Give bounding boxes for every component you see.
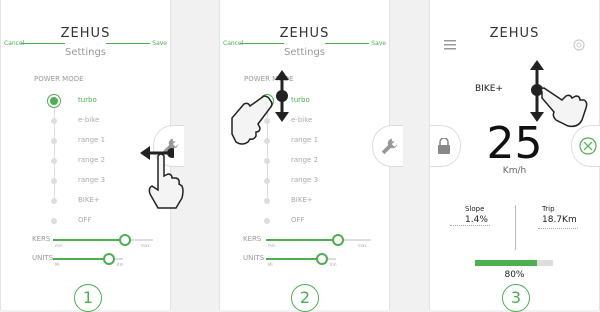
divider (515, 205, 516, 250)
power-mode-label: POWER MODE (34, 75, 84, 83)
hand-pointer-icon (148, 153, 184, 209)
trip-label: Trip (542, 205, 555, 213)
mode-item-turbo[interactable]: turbo (45, 93, 145, 113)
mode-item-range1[interactable]: range 1 (45, 133, 145, 153)
slope-value: 1.4% (465, 215, 488, 225)
page-title: Settings (283, 47, 325, 58)
settings-icon[interactable] (573, 39, 585, 51)
save-button[interactable]: Save (371, 40, 386, 47)
wrench-tab[interactable] (372, 125, 403, 167)
mode-item-ebike[interactable]: e-bike (45, 113, 145, 133)
battery-fill (475, 260, 538, 266)
step-number: 1 (74, 284, 102, 312)
page-title: Settings (64, 47, 106, 58)
mode-item-range3[interactable]: range 3 (258, 173, 358, 193)
settings-screen-2: ZEHUS Cancel Save Settings POWER MODE tu… (219, 0, 403, 312)
mode-item-range3[interactable]: range 3 (45, 173, 145, 193)
divider (325, 43, 369, 44)
battery-percent: 80% (504, 270, 525, 280)
kers-slider[interactable]: min max (266, 234, 371, 248)
speed-unit: Km/h (502, 166, 527, 176)
kers-label: KERS (32, 235, 51, 243)
save-button[interactable]: Save (152, 40, 167, 47)
mode-item-off[interactable]: OFF (45, 213, 145, 233)
trip-value: 18.7Km (542, 215, 577, 225)
units-label: UNITS (243, 254, 265, 262)
mode-item-range2[interactable]: range 2 (45, 153, 145, 173)
divider (106, 43, 150, 44)
swipe-vertical-arrow-icon (275, 70, 289, 122)
step-number: 2 (291, 284, 319, 312)
settings-screen-1: ZEHUS Cancel Save Settings POWER MODE tu… (0, 0, 184, 312)
divider (21, 43, 65, 44)
step-number: 3 (502, 284, 530, 312)
hand-pointer-icon (231, 95, 273, 145)
slope-label: Slope (465, 205, 485, 213)
wrench-icon (381, 138, 398, 155)
divider (450, 225, 490, 226)
divider (240, 43, 284, 44)
units-label: UNITS (32, 254, 54, 262)
mode-item-bikeplus[interactable]: BIKE+ (258, 193, 358, 213)
mode-item-range2[interactable]: range 2 (258, 153, 358, 173)
dashboard-screen-3: ZEHUS BIKE+ 25 Km/h Slope 1.4% Trip 18.7… (429, 0, 600, 312)
units-toggle[interactable]: Mi Km (53, 253, 124, 267)
kers-slider[interactable]: min max (53, 234, 153, 248)
units-toggle[interactable]: Mi Km (266, 253, 337, 267)
speed-value: 25 (486, 118, 543, 169)
current-mode[interactable]: BIKE+ (475, 84, 503, 94)
divider (538, 228, 578, 229)
mode-item-off[interactable]: OFF (258, 213, 358, 233)
kers-label: KERS (243, 235, 262, 243)
mode-item-bikeplus[interactable]: BIKE+ (45, 193, 145, 213)
battery-bar (475, 260, 553, 266)
menu-icon[interactable] (444, 40, 456, 50)
